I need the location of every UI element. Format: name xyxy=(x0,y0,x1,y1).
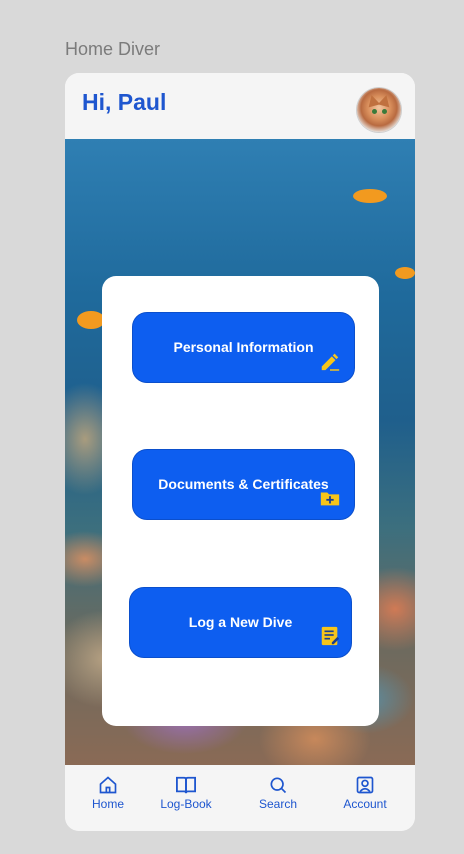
nav-search[interactable]: Search xyxy=(243,775,313,811)
fish-image xyxy=(395,267,415,279)
pencil-icon xyxy=(321,353,340,371)
fish-image xyxy=(77,311,105,329)
phone-screen: Hi, Paul Personal Information Documents … xyxy=(65,73,415,831)
avatar-cat-eye-icon xyxy=(382,109,387,114)
nav-log-book[interactable]: Log-Book xyxy=(151,775,221,811)
avatar-cat-eye-icon xyxy=(372,109,377,114)
coral-reef-background: Personal Information Documents & Certifi… xyxy=(65,139,415,765)
personal-information-button[interactable]: Personal Information xyxy=(132,312,355,383)
nav-account[interactable]: Account xyxy=(330,775,400,811)
header: Hi, Paul xyxy=(65,73,415,139)
actions-card: Personal Information Documents & Certifi… xyxy=(102,276,379,726)
avatar-cat-ear-icon xyxy=(377,93,393,108)
nav-log-book-label: Log-Book xyxy=(160,797,212,811)
home-icon xyxy=(99,776,117,794)
bottom-navigation: Home Log-Book Search Account xyxy=(65,765,415,831)
frame-label: Home Diver xyxy=(65,39,161,59)
nav-account-label: Account xyxy=(343,797,387,811)
nav-home[interactable]: Home xyxy=(73,775,143,811)
log-new-dive-label: Log a New Dive xyxy=(188,614,293,630)
avatar[interactable] xyxy=(357,88,401,132)
nav-home-label: Home xyxy=(91,797,124,811)
account-icon xyxy=(356,776,374,794)
log-note-icon xyxy=(321,626,340,646)
folder-add-icon xyxy=(320,492,340,506)
search-icon xyxy=(270,777,287,794)
book-icon xyxy=(176,776,196,794)
log-new-dive-button[interactable]: Log a New Dive xyxy=(129,587,352,658)
nav-search-label: Search xyxy=(258,797,298,811)
greeting-title: Hi, Paul xyxy=(82,89,167,115)
fish-image xyxy=(353,189,387,203)
documents-certificates-button[interactable]: Documents & Certificates xyxy=(132,449,355,520)
